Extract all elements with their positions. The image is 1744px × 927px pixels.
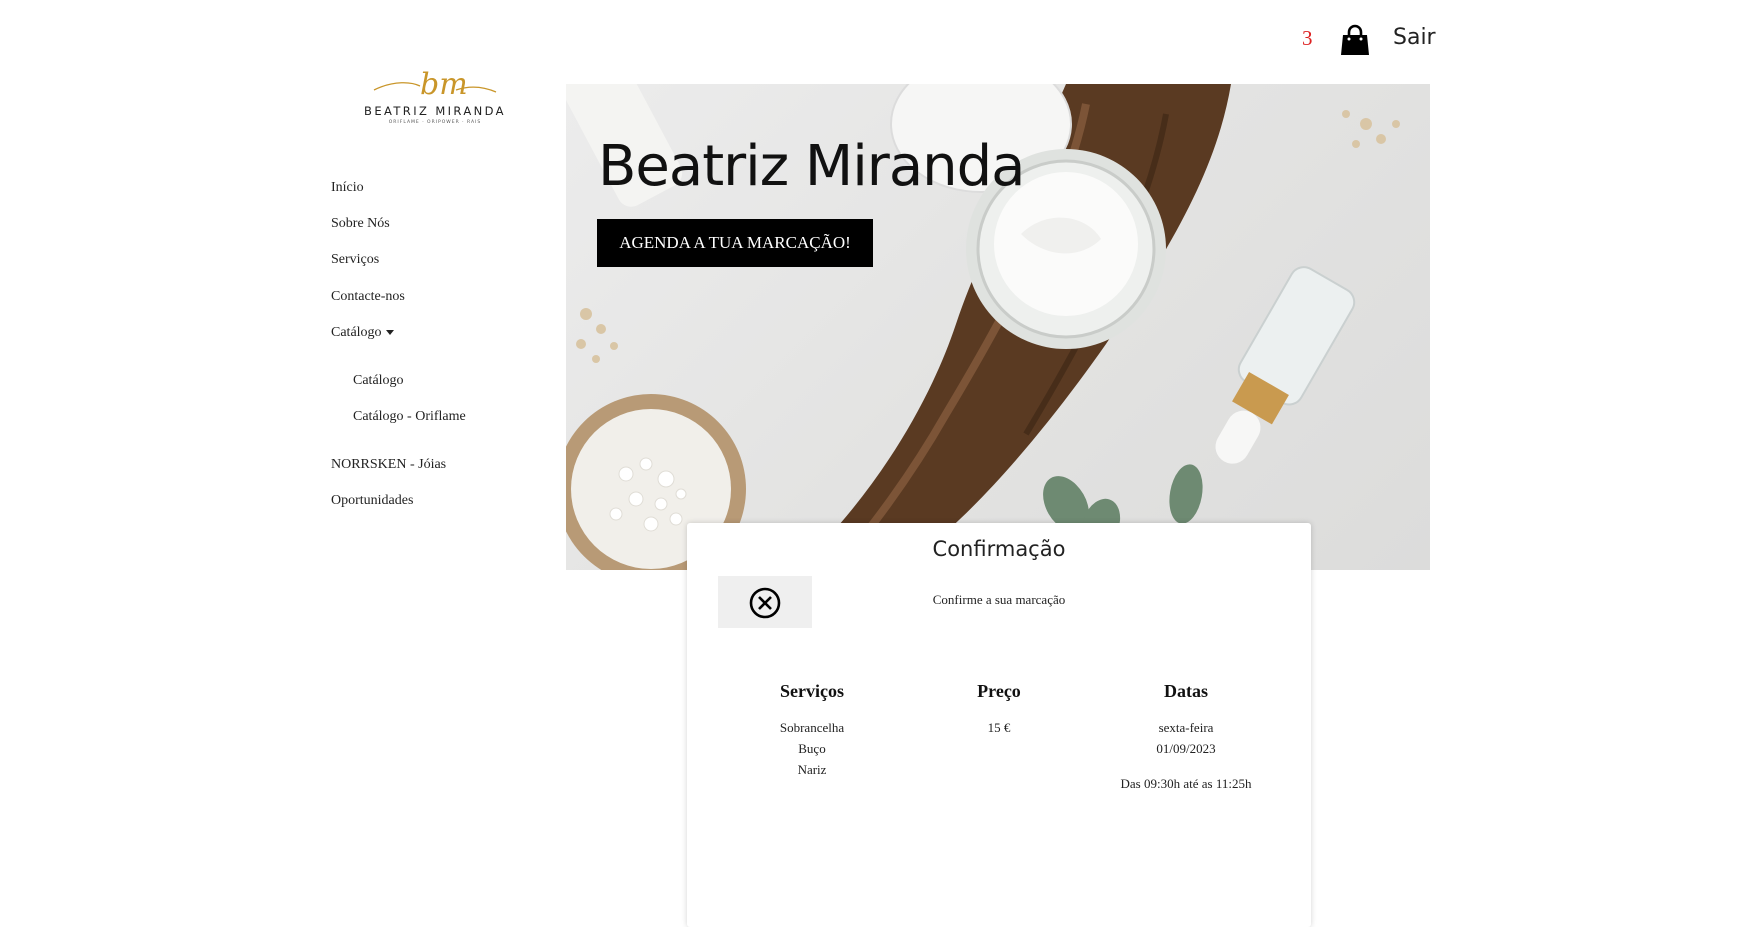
submenu-item-catalogo[interactable]: Catálogo [353,373,404,389]
logo-tagline: ORIFLAME · ORIPOWER · RAIS [388,120,482,125]
nav-item-inicio[interactable]: Início [331,180,364,196]
price-value: 15 € [987,720,1011,735]
appointment-date: 01/09/2023 [1156,741,1216,756]
price-header: Preço [977,681,1021,701]
caret-down-icon [385,330,394,336]
shopping-bag-icon[interactable] [1340,24,1370,56]
dates-column: Datas sexta-feira 01/09/2023 Das 09:30h … [1096,681,1276,794]
nav-item-norrsken-joias[interactable]: NORRSKEN - Jóias [331,457,446,473]
logout-link[interactable]: Sair [1393,25,1436,50]
submenu-item-catalogo-oriflame[interactable]: Catálogo - Oriflame [353,409,466,425]
nav-item-catalogo-label: Catálogo [331,325,382,340]
modal-subtitle: Confirme a sua marcação [932,592,1066,607]
dates-header: Datas [1164,681,1208,701]
hero-title: Beatriz Miranda [598,134,1025,199]
services-header: Serviços [780,681,844,701]
nav-item-oportunidades[interactable]: Oportunidades [331,493,413,509]
services-column: Serviços Sobrancelha Buço Nariz [722,681,902,780]
book-appointment-button[interactable]: AGENDA A TUA MARCAÇÃO! [597,219,873,267]
nav-item-servicos[interactable]: Serviços [331,252,379,268]
appointment-weekday: sexta-feira [1158,720,1214,735]
hero-banner: Beatriz Miranda AGENDA A TUA MARCAÇÃO! [566,84,1430,570]
service-item: Buço [798,741,826,756]
logo-monogram: bm [373,67,497,102]
modal-title: Confirmação [932,537,1066,561]
nav-item-catalogo[interactable]: Catálogo [331,325,394,341]
nav-item-sobre-nos[interactable]: Sobre Nós [331,216,390,232]
confirmation-modal: Confirmação Confirme a sua marcação Serv… [687,523,1311,927]
nav-item-contacte-nos[interactable]: Contacte-nos [331,289,405,305]
logo-name: BEATRIZ MIRANDA [364,104,506,118]
svg-text:bm: bm [420,67,468,102]
service-item: Nariz [797,762,827,777]
service-item: Sobrancelha [779,720,845,735]
price-column: Preço 15 € [909,681,1089,738]
appointment-time-range: Das 09:30h até as 11:25h [1120,776,1252,791]
brand-logo[interactable]: bm BEATRIZ MIRANDA ORIFLAME · ORIPOWER ·… [360,64,510,134]
cart-count: 3 [1302,26,1313,50]
